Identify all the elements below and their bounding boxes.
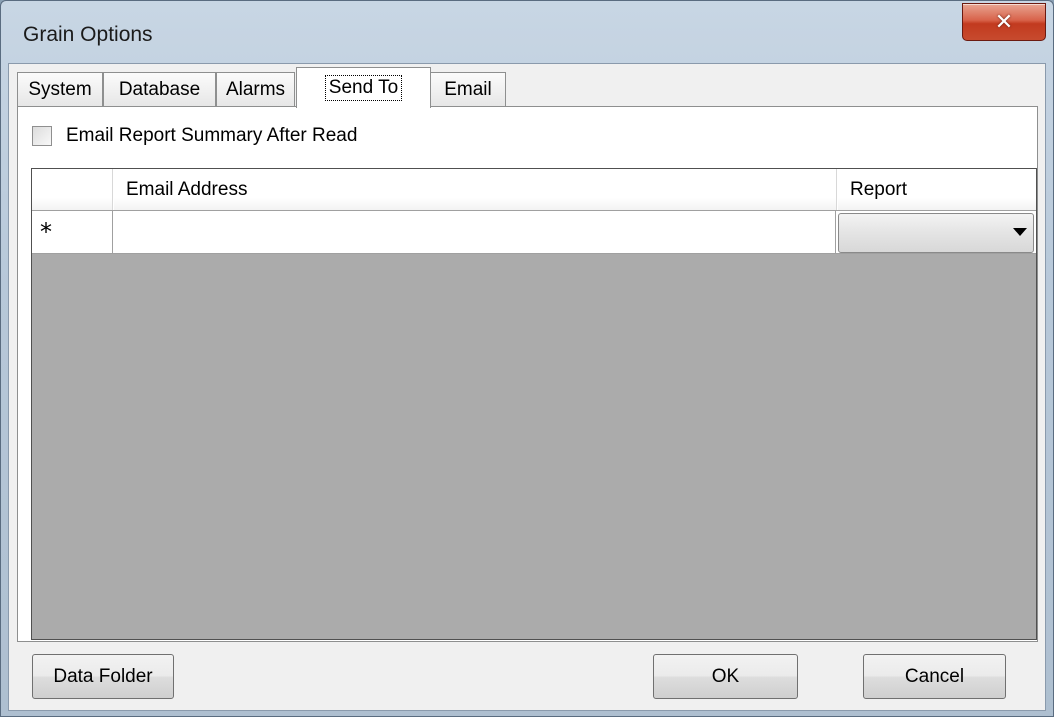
email-summary-option[interactable]: Email Report Summary After Read — [32, 125, 357, 147]
close-button[interactable]: ✕ — [962, 3, 1046, 41]
email-address-input[interactable] — [114, 211, 835, 253]
tab-label: Send To — [324, 75, 403, 101]
column-header-email-address[interactable]: Email Address — [114, 169, 837, 210]
window-title: Grain Options — [23, 23, 153, 46]
tab-send-to[interactable]: Send To — [296, 67, 431, 108]
tab-email[interactable]: Email — [430, 72, 506, 107]
tab-label: Database — [118, 79, 201, 100]
tab-label: System — [28, 79, 92, 100]
grid-header: Email Address Report — [32, 169, 1036, 211]
table-row: * — [32, 211, 1036, 254]
column-header-report[interactable]: Report — [838, 169, 1036, 210]
send-to-grid[interactable]: Email Address Report * — [31, 168, 1037, 640]
email-summary-label: Email Report Summary After Read — [66, 125, 358, 146]
title-bar[interactable]: Grain Options ✕ — [1, 1, 1053, 63]
new-row-marker[interactable]: * — [32, 211, 113, 253]
close-icon: ✕ — [994, 9, 1014, 35]
row-header-column — [32, 169, 113, 210]
data-folder-button[interactable]: Data Folder — [32, 654, 174, 699]
tab-alarms[interactable]: Alarms — [216, 72, 295, 107]
cancel-button[interactable]: Cancel — [863, 654, 1006, 699]
report-dropdown[interactable] — [838, 213, 1034, 253]
ok-button[interactable]: OK — [653, 654, 798, 699]
email-summary-checkbox[interactable] — [32, 126, 52, 146]
tab-label: Email — [444, 79, 492, 100]
tab-label: Alarms — [225, 79, 286, 100]
tab-database[interactable]: Database — [103, 72, 216, 107]
chevron-down-icon[interactable] — [1013, 228, 1027, 236]
tab-system[interactable]: System — [17, 72, 103, 107]
email-address-cell[interactable] — [114, 211, 836, 253]
